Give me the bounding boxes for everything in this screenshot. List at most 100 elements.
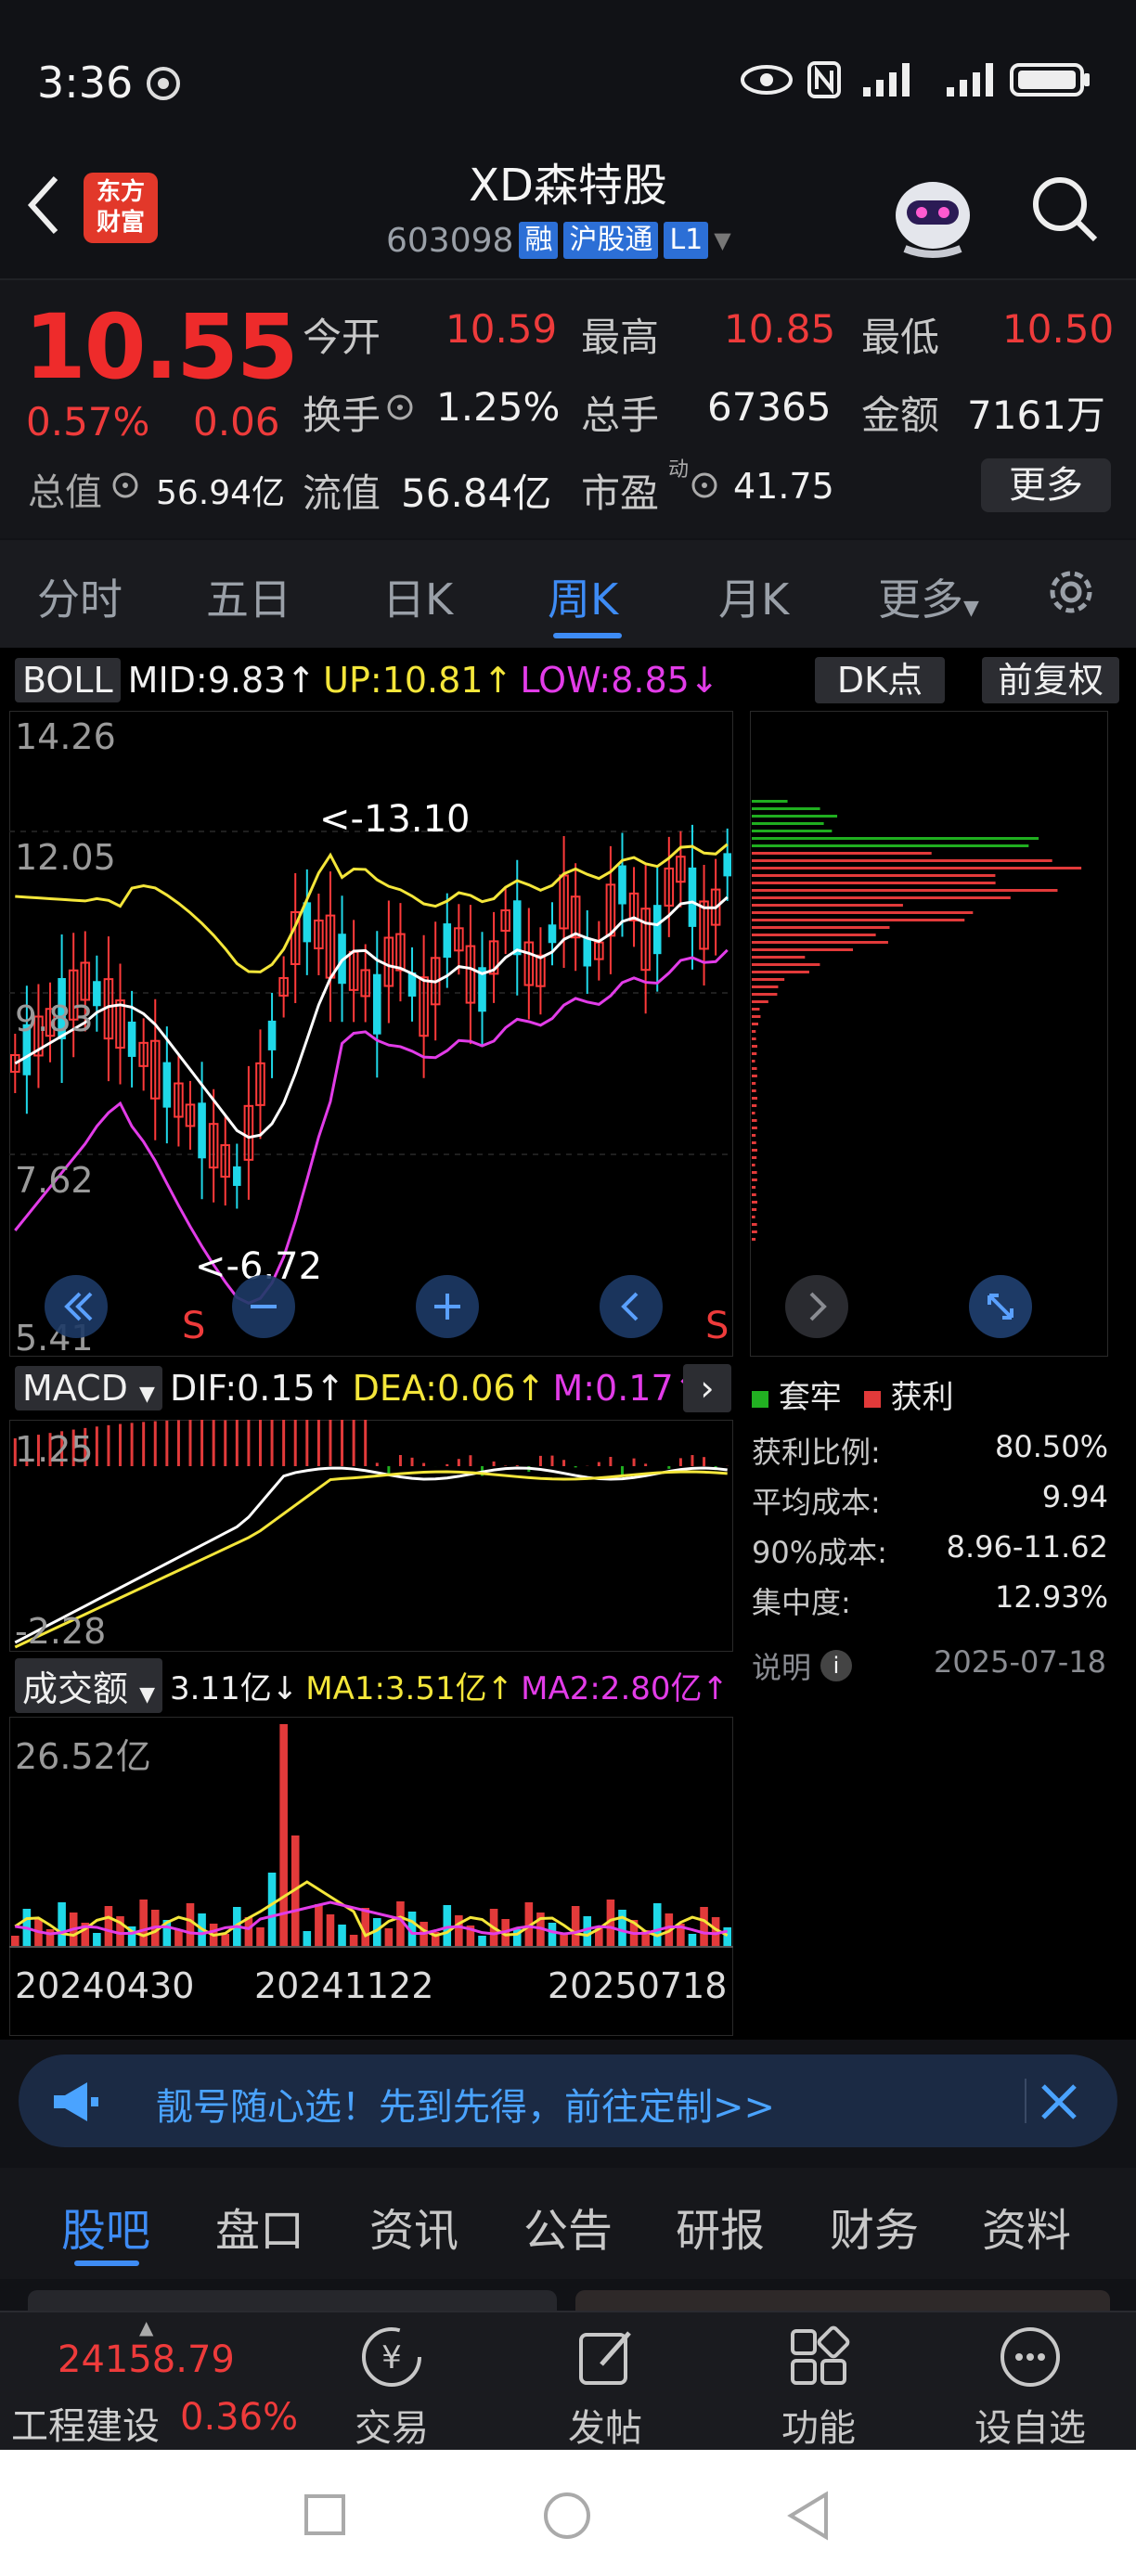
index-value[interactable]: 24158.79 xyxy=(58,2338,235,2381)
chip-legend: 套牢 获利 xyxy=(752,1372,954,1417)
volume-bar xyxy=(688,1934,697,1947)
volume-bar xyxy=(267,1873,277,1947)
dk-point-button[interactable]: DK点 xyxy=(815,657,945,703)
tab-announcements[interactable]: 公告 xyxy=(523,2194,613,2259)
chip-note[interactable]: 说明 i xyxy=(752,1644,853,1687)
volume-bar xyxy=(548,1923,557,1947)
nav-add-watchlist[interactable]: 设自选 xyxy=(956,2398,1104,2452)
next-icon[interactable] xyxy=(783,1273,850,1340)
last-price: 10.55 xyxy=(24,295,299,399)
ad-text[interactable]: 靓号随心选！先到先得，前往定制>> xyxy=(156,2077,775,2131)
volume-bar xyxy=(244,1917,253,1947)
search-icon[interactable] xyxy=(1028,173,1099,243)
chip-stat-label: 90%成本: xyxy=(752,1535,887,1570)
tab-profile[interactable]: 资料 xyxy=(982,2194,1071,2259)
chip-bar xyxy=(752,1104,757,1107)
chip-bar xyxy=(752,1015,761,1018)
tab-orderbook[interactable]: 盘口 xyxy=(215,2194,304,2259)
chip-bar xyxy=(752,911,974,914)
macd-m-value: M:0.17 xyxy=(552,1368,674,1409)
close-icon[interactable] xyxy=(1038,2080,1080,2123)
info-circle-icon[interactable] xyxy=(691,471,718,499)
tab-weekly-k[interactable]: 周K xyxy=(548,566,618,627)
stock-code-line[interactable]: 603098 融 沪股通 L1 ▼ xyxy=(386,219,731,262)
chip-bar xyxy=(752,844,1029,847)
grid-function-icon[interactable] xyxy=(785,2324,852,2390)
ai-assistant-icon[interactable] xyxy=(886,167,979,260)
trade-icon[interactable]: ¥ xyxy=(358,2324,425,2390)
active-tab-indicator xyxy=(553,633,622,638)
change-amount: 0.06 xyxy=(193,399,280,444)
battery-icon xyxy=(1010,63,1090,97)
more-quote-button[interactable]: 更多 xyxy=(981,458,1111,512)
nav-functions[interactable]: 功能 xyxy=(744,2398,893,2452)
index-name[interactable]: 工程建设 xyxy=(11,2396,160,2450)
chip-bar xyxy=(752,867,1082,869)
adjust-mode-button[interactable]: 前复权 xyxy=(982,657,1119,703)
more-dots-icon[interactable] xyxy=(997,2324,1064,2390)
home-icon[interactable] xyxy=(542,2491,592,2541)
chip-bar xyxy=(752,1208,757,1211)
info-circle-icon[interactable] xyxy=(386,393,414,421)
mktcap-label: 总值 xyxy=(28,471,102,514)
high-label: 最高 xyxy=(581,315,660,360)
low-value: 10.50 xyxy=(1002,306,1115,352)
gear-icon[interactable] xyxy=(1043,564,1099,620)
tab-more[interactable]: 更多▼ xyxy=(878,566,979,627)
volume-ma2-value: MA2:2.80亿 xyxy=(521,1669,703,1707)
rewind-icon[interactable] xyxy=(43,1273,110,1340)
candle-body xyxy=(548,924,557,944)
candle-body xyxy=(93,981,101,1007)
candle-body xyxy=(583,937,592,967)
chip-bar xyxy=(752,1067,757,1070)
candle-body xyxy=(233,1166,241,1186)
active-subtab-indicator xyxy=(74,2260,139,2266)
info-circle-icon[interactable] xyxy=(111,471,139,499)
caret-down-icon: ▼ xyxy=(963,597,979,620)
boll-indicator-button[interactable]: BOLL xyxy=(15,658,121,702)
volume-indicator-button[interactable]: 成交额 ▼ xyxy=(15,1657,163,1713)
tab-monthly-k[interactable]: 月K xyxy=(718,566,789,627)
indicator-next-button[interactable]: › xyxy=(683,1364,731,1412)
mktcap-value: 56.94亿 xyxy=(156,474,286,512)
back-nav-icon[interactable] xyxy=(785,2491,832,2541)
volume-ma2: MA2:2.80亿↑ xyxy=(521,1669,729,1707)
zoom-out-icon[interactable] xyxy=(230,1273,297,1340)
tab-finance[interactable]: 财务 xyxy=(830,2194,919,2259)
amount-label: 金额 xyxy=(861,393,940,438)
chip-bar xyxy=(752,1023,759,1025)
chip-bar xyxy=(752,800,788,803)
peak-annotation: <-13.10 xyxy=(319,798,471,841)
caret-down-icon: ▼ xyxy=(139,1682,156,1707)
volume-value: 67365 xyxy=(707,384,832,430)
tab-forum[interactable]: 股吧 xyxy=(61,2194,150,2259)
chip-distribution-chart xyxy=(750,711,1108,1357)
profit-legend: 获利 xyxy=(863,1372,954,1417)
boll-mid-value: MID:9.83 xyxy=(127,660,287,701)
chip-stat-row: 平均成本: 9.94 xyxy=(752,1479,1108,1529)
volume-bar xyxy=(139,1900,148,1947)
signal-1-icon xyxy=(863,63,910,97)
chip-bar xyxy=(752,896,1011,899)
previous-icon[interactable] xyxy=(598,1273,665,1340)
macd-m: M:0.17↑ xyxy=(552,1368,703,1409)
open-label: 今开 xyxy=(303,315,381,360)
recent-apps-icon[interactable] xyxy=(303,2492,347,2537)
chip-bar xyxy=(752,859,1052,862)
expand-icon[interactable] xyxy=(967,1273,1034,1340)
macd-indicator-button[interactable]: MACD ▼ xyxy=(15,1366,162,1410)
sell-signal-right: S xyxy=(705,1305,729,1347)
tab-intraday[interactable]: 分时 xyxy=(37,566,123,627)
post-icon[interactable] xyxy=(574,2324,640,2390)
chip-bar xyxy=(752,993,778,996)
nav-post[interactable]: 发帖 xyxy=(531,2398,679,2452)
tab-news[interactable]: 资讯 xyxy=(369,2194,458,2259)
tab-research[interactable]: 研报 xyxy=(676,2194,765,2259)
index-percent: 0.36% xyxy=(180,2396,299,2439)
content-card-left xyxy=(28,2290,557,2311)
zoom-in-icon[interactable] xyxy=(414,1273,481,1340)
tab-daily-k[interactable]: 日K xyxy=(382,566,453,627)
nav-trade[interactable]: 交易 xyxy=(317,2398,466,2452)
tab-five-day[interactable]: 五日 xyxy=(206,566,291,627)
macd-dea-value: DEA:0.06 xyxy=(352,1368,516,1409)
